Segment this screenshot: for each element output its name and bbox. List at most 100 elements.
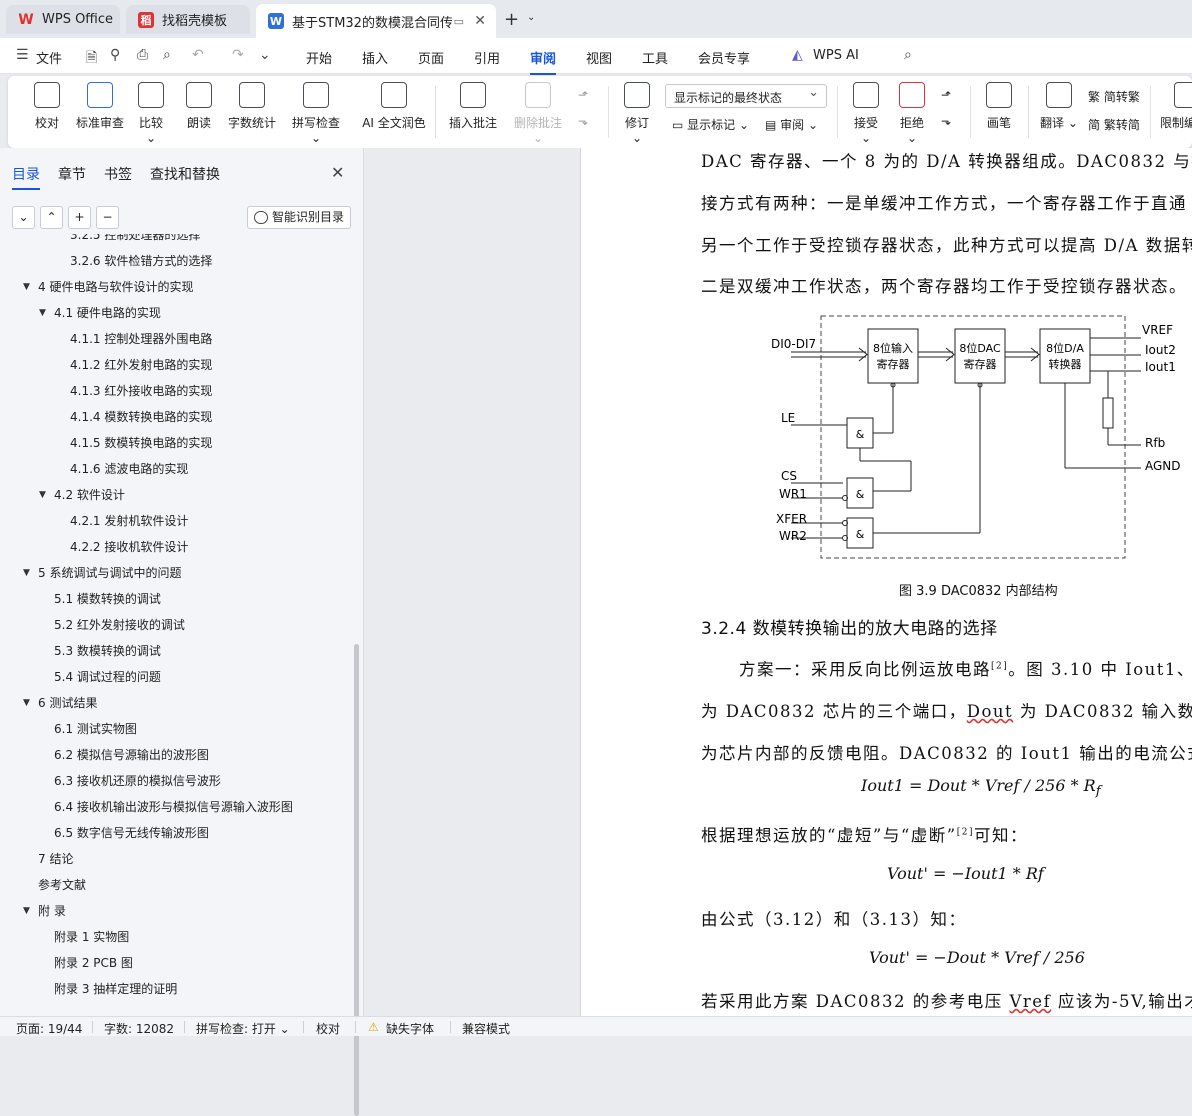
expand-arrow-icon[interactable]: ▼ (23, 274, 30, 300)
prev-comment-icon[interactable]: ⬏ (578, 88, 588, 102)
proofread-status[interactable]: 校对 (316, 1020, 340, 1037)
tab-wps-office[interactable]: W WPS Office (6, 5, 120, 34)
expand-up-button[interactable]: ⌃ (40, 206, 63, 229)
toc-item[interactable]: 4.1.2 红外发射电路的实现 (0, 352, 352, 378)
menu-wps-ai[interactable]: WPS AI (813, 48, 859, 63)
tab-toc[interactable]: 目录 (12, 164, 40, 190)
new-tab-icon[interactable]: + (504, 9, 519, 30)
expand-arrow-icon[interactable]: ▼ (23, 690, 30, 716)
word-count[interactable]: 字数: 12082 (104, 1020, 174, 1037)
toc-item[interactable]: 7 结论 (0, 846, 352, 872)
delete-comment-button[interactable]: 删除批注 ⌄ (508, 82, 568, 145)
toc-item[interactable]: ▼ 6 测试结果 (0, 690, 352, 716)
insert-comment-button[interactable]: 插入批注 (448, 82, 498, 131)
tab-document[interactable]: W 基于STM32的数模混合同传兼… ▭ ✕ (256, 4, 496, 38)
toc-item[interactable]: 3.2.6 软件检错方式的选择 (0, 248, 352, 274)
menu-insert[interactable]: 插入 (362, 48, 388, 67)
tab-chapter[interactable]: 章节 (58, 164, 86, 184)
expand-arrow-icon[interactable]: ▼ (23, 560, 30, 586)
proofread-button[interactable]: 校对 (34, 82, 60, 131)
toc-item[interactable]: 6.3 接收机还原的模拟信号波形 (0, 768, 352, 794)
print-preview-icon[interactable]: ⌕ (163, 47, 171, 63)
save-icon[interactable]: 🗎 (86, 47, 97, 71)
citation-ref[interactable]: [2] (957, 828, 974, 838)
toc-item[interactable]: 4.1.4 模数转换电路的实现 (0, 404, 352, 430)
toc-item[interactable]: 5.4 调试过程的问题 (0, 664, 352, 690)
pen-button[interactable]: 画笔 (984, 82, 1014, 131)
menu-tools[interactable]: 工具 (642, 48, 668, 67)
show-markup-select[interactable]: 显示标记的最终状态 (665, 84, 827, 108)
read-aloud-button[interactable]: 朗读 (186, 82, 212, 131)
accept-button[interactable]: 接受 ⌄ (848, 82, 884, 145)
more-chevron-icon[interactable]: ⌄ (259, 47, 271, 63)
close-icon[interactable]: ✕ (474, 13, 486, 29)
menu-reference[interactable]: 引用 (474, 48, 500, 67)
standard-review-button[interactable]: 标准审查 (76, 82, 124, 131)
tab-find-replace[interactable]: 查找和替换 (150, 164, 220, 184)
ai-polish-button[interactable]: AI 全文润色 (357, 82, 431, 131)
collapse-all-button[interactable]: ⌄ (12, 206, 35, 229)
revise-button[interactable]: 修订 ⌄ (619, 82, 655, 145)
toc-item[interactable]: 附录 2 PCB 图 (0, 950, 352, 976)
toc-item[interactable]: 附录 1 实物图 (0, 924, 352, 950)
undo-icon[interactable]: ↶ (192, 47, 204, 63)
expand-arrow-icon[interactable]: ▼ (23, 898, 30, 924)
toc-item[interactable]: 参考文献 (0, 872, 352, 898)
translate-button[interactable]: 翻译 ⌄ (1039, 82, 1079, 131)
toc-item[interactable]: 3.2.5 控制处理器的选择 (0, 234, 352, 248)
spell-check-status[interactable]: 拼写检查: 打开 ⌄ (196, 1020, 290, 1037)
prev-change-icon[interactable]: ⬏ (941, 88, 951, 102)
menu-page[interactable]: 页面 (418, 48, 444, 67)
toc-item[interactable]: 附录 3 抽样定理的证明 (0, 976, 352, 1002)
review-pane-button[interactable]: ▤ 审阅 ⌄ (765, 116, 818, 133)
smart-toc-button[interactable]: 智能识别目录 (247, 206, 351, 229)
menu-file[interactable]: 文件 (36, 48, 62, 67)
print-icon[interactable]: ⎙ (137, 47, 148, 63)
add-heading-button[interactable]: + (68, 206, 91, 229)
to-simplified-button[interactable]: 简 繁转简 (1088, 116, 1140, 133)
spellcheck-word[interactable]: Dout (967, 702, 1013, 721)
spell-check-button[interactable]: 拼写检查 ⌄ (287, 82, 345, 145)
hamburger-icon[interactable]: ☰ (16, 47, 29, 63)
toc-item[interactable]: 4.2.1 发射机软件设计 (0, 508, 352, 534)
export-icon[interactable]: ⚲ (110, 47, 120, 63)
toc-item[interactable]: ▼ 4.1 硬件电路的实现 (0, 300, 352, 326)
menu-view[interactable]: 视图 (586, 48, 612, 67)
toc-item[interactable]: 6.2 模拟信号源输出的波形图 (0, 742, 352, 768)
document-page[interactable]: DAC 寄存器、一个 8 为的 D/A 转换器组成。DAC0832 与控制 接方… (580, 148, 1192, 1016)
missing-font-status[interactable]: 缺失字体 (386, 1020, 434, 1037)
toc-item[interactable]: 6.5 数字信号无线传输波形图 (0, 820, 352, 846)
reject-button[interactable]: 拒绝 ⌄ (894, 82, 930, 145)
citation-ref[interactable]: [2] (991, 662, 1008, 672)
monitor-icon[interactable]: ▭ (454, 15, 464, 28)
toc-item[interactable]: ▼ 4 硬件电路与软件设计的实现 (0, 274, 352, 300)
toc-item[interactable]: 6.4 接收机输出波形与模拟信号源输入波形图 (0, 794, 352, 820)
chevron-down-icon[interactable]: ⌄ (527, 12, 535, 23)
spellcheck-word[interactable]: Vref (1010, 992, 1052, 1011)
tab-bookmark[interactable]: 书签 (104, 164, 132, 184)
toc-item[interactable]: ▼ 附 录 (0, 898, 352, 924)
toc-item[interactable]: 5.1 模数转换的调试 (0, 586, 352, 612)
toc-scrollbar[interactable] (354, 644, 359, 1116)
next-comment-icon[interactable]: ⬎ (578, 114, 588, 128)
toc-item[interactable]: 4.1.6 滤波电路的实现 (0, 456, 352, 482)
show-markup-button[interactable]: ▭ 显示标记 ⌄ (672, 116, 749, 133)
menu-member[interactable]: 会员专享 (698, 48, 750, 67)
redo-icon[interactable]: ↷ (232, 47, 244, 63)
toc-item[interactable]: 4.1.1 控制处理器外围电路 (0, 326, 352, 352)
wps-ai-icon[interactable]: ◭ (792, 47, 803, 63)
toc-item[interactable]: 6.1 测试实物图 (0, 716, 352, 742)
toc-item[interactable]: 4.1.5 数模转换电路的实现 (0, 430, 352, 456)
search-icon[interactable]: ⌕ (904, 47, 912, 63)
toc-item[interactable]: 5.3 数模转换的调试 (0, 638, 352, 664)
toc-item[interactable]: 4.2.2 接收机软件设计 (0, 534, 352, 560)
expand-arrow-icon[interactable]: ▼ (39, 300, 46, 326)
next-change-icon[interactable]: ⬎ (941, 114, 951, 128)
to-traditional-button[interactable]: 繁 简转繁 (1088, 88, 1140, 105)
page-indicator[interactable]: 页面: 19/44 (16, 1020, 82, 1037)
toc-item[interactable]: ▼ 4.2 软件设计 (0, 482, 352, 508)
restrict-edit-button[interactable]: 限制编 (1160, 82, 1192, 131)
toc-item[interactable]: ▼ 5 系统调试与调试中的问题 (0, 560, 352, 586)
toc-item[interactable]: 5.2 红外发射接收的调试 (0, 612, 352, 638)
toc-item[interactable]: 4.1.3 红外接收电路的实现 (0, 378, 352, 404)
